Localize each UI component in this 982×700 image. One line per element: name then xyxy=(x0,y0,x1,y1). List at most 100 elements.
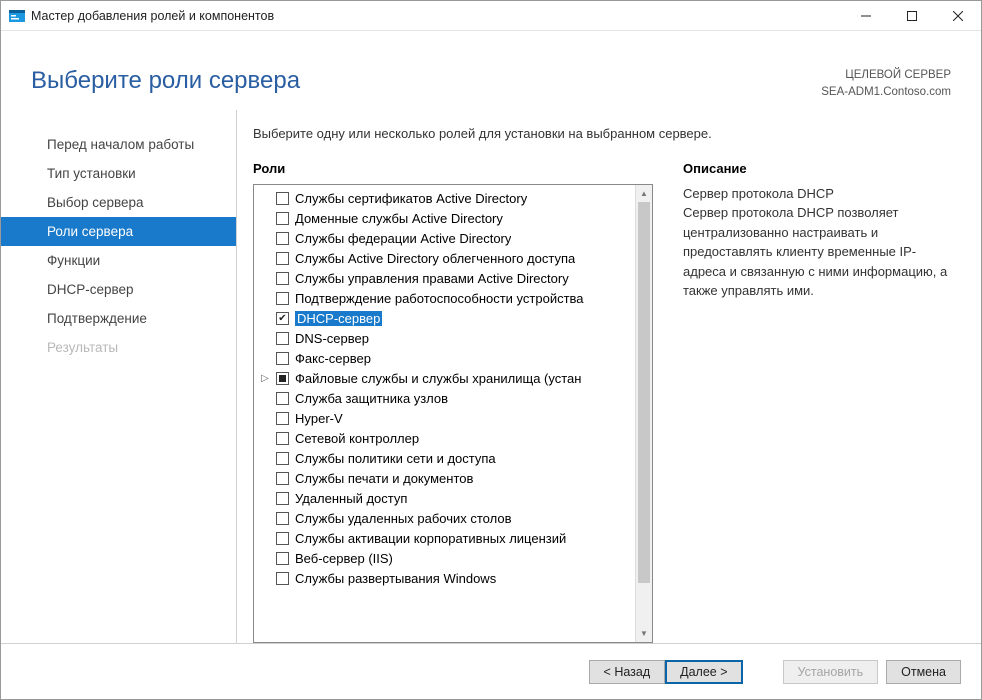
target-server-value: SEA-ADM1.Contoso.com xyxy=(821,84,951,101)
description-panel: Описание Сервер протокола DHCPСервер про… xyxy=(683,161,953,644)
cancel-button[interactable]: Отмена xyxy=(886,660,961,684)
role-label: Службы сертификатов Active Directory xyxy=(295,191,527,206)
content-intro: Выберите одну или несколько ролей для ус… xyxy=(253,126,953,141)
role-checkbox[interactable] xyxy=(276,452,289,465)
wizard-step[interactable]: Функции xyxy=(1,246,236,275)
role-checkbox[interactable] xyxy=(276,492,289,505)
wizard-step[interactable]: Роли сервера xyxy=(1,217,236,246)
expand-icon[interactable]: ▷ xyxy=(258,373,272,384)
role-item[interactable]: DNS-сервер xyxy=(254,329,635,349)
role-label: Службы федерации Active Directory xyxy=(295,231,511,246)
target-server-info: ЦЕЛЕВОЙ СЕРВЕР SEA-ADM1.Contoso.com xyxy=(821,67,951,102)
role-item[interactable]: ▷ Файловые службы и службы хранилища (уст… xyxy=(254,369,635,389)
wizard-step[interactable]: Перед началом работы xyxy=(1,130,236,159)
role-label: Подтверждение работоспособности устройст… xyxy=(295,291,584,306)
page-header: Выберите роли сервера ЦЕЛЕВОЙ СЕРВЕР SEA… xyxy=(1,31,981,110)
install-button[interactable]: Установить xyxy=(783,660,879,684)
role-checkbox[interactable] xyxy=(276,252,289,265)
role-label: Службы активации корпоративных лицензий xyxy=(295,531,566,546)
role-label: Файловые службы и службы хранилища (уста… xyxy=(295,371,581,386)
body: Перед началом работыТип установкиВыбор с… xyxy=(1,110,981,644)
role-label: Служба защитника узлов xyxy=(295,391,448,406)
role-checkbox[interactable] xyxy=(276,412,289,425)
scroll-thumb[interactable] xyxy=(638,202,650,583)
role-checkbox[interactable] xyxy=(276,512,289,525)
next-button[interactable]: Далее > xyxy=(665,660,742,684)
roles-listbox[interactable]: Службы сертификатов Active Directory Доме… xyxy=(253,184,653,644)
role-item[interactable]: Службы управления правами Active Directo… xyxy=(254,269,635,289)
scroll-up-button[interactable]: ▲ xyxy=(636,185,652,202)
role-checkbox[interactable] xyxy=(276,352,289,365)
role-label: Службы печати и документов xyxy=(295,471,473,486)
role-label: Доменные службы Active Directory xyxy=(295,211,503,226)
role-item[interactable]: Удаленный доступ xyxy=(254,489,635,509)
content-area: Выберите одну или несколько ролей для ус… xyxy=(236,110,981,644)
window-title: Мастер добавления ролей и компонентов xyxy=(31,9,274,23)
role-item[interactable]: Доменные службы Active Directory xyxy=(254,209,635,229)
role-checkbox[interactable] xyxy=(276,392,289,405)
wizard-step[interactable]: Подтверждение xyxy=(1,304,236,333)
role-checkbox[interactable] xyxy=(276,292,289,305)
roles-panel: Роли Службы сертификатов Active Director… xyxy=(253,161,653,644)
role-label: Hyper-V xyxy=(295,411,343,426)
roles-list: Службы сертификатов Active Directory Доме… xyxy=(254,185,635,643)
wizard-step[interactable]: Выбор сервера xyxy=(1,188,236,217)
window-controls xyxy=(843,1,981,31)
role-checkbox[interactable] xyxy=(276,232,289,245)
role-item[interactable]: Службы развертывания Windows xyxy=(254,569,635,589)
role-item[interactable]: DHCP-сервер xyxy=(254,309,635,329)
role-item[interactable]: Службы Active Directory облегченного дос… xyxy=(254,249,635,269)
nav-button-group: < Назад Далее > xyxy=(589,660,743,684)
role-item[interactable]: Службы удаленных рабочих столов xyxy=(254,509,635,529)
role-checkbox[interactable] xyxy=(276,192,289,205)
maximize-button[interactable] xyxy=(889,1,935,31)
role-checkbox[interactable] xyxy=(276,372,289,385)
role-label: DNS-сервер xyxy=(295,331,369,346)
role-item[interactable]: Службы печати и документов xyxy=(254,469,635,489)
wizard-sidebar: Перед началом работыТип установкиВыбор с… xyxy=(1,110,236,644)
role-item[interactable]: Веб-сервер (IIS) xyxy=(254,549,635,569)
back-button[interactable]: < Назад xyxy=(589,660,666,684)
roles-scrollbar[interactable]: ▲ ▼ xyxy=(635,185,652,643)
role-item[interactable]: Hyper-V xyxy=(254,409,635,429)
description-text: Сервер протокола DHCPСервер протокола DH… xyxy=(683,184,953,301)
wizard-step[interactable]: Тип установки xyxy=(1,159,236,188)
role-item[interactable]: Службы федерации Active Directory xyxy=(254,229,635,249)
target-server-label: ЦЕЛЕВОЙ СЕРВЕР xyxy=(821,67,951,84)
role-checkbox[interactable] xyxy=(276,572,289,585)
page-title: Выберите роли сервера xyxy=(31,67,300,95)
description-panel-title: Описание xyxy=(683,161,953,176)
wizard-step[interactable]: DHCP-сервер xyxy=(1,275,236,304)
role-item[interactable]: Службы политики сети и доступа xyxy=(254,449,635,469)
role-label: Факс-сервер xyxy=(295,351,371,366)
role-label: Сетевой контроллер xyxy=(295,431,419,446)
role-checkbox[interactable] xyxy=(276,552,289,565)
app-icon xyxy=(9,8,25,24)
role-checkbox[interactable] xyxy=(276,212,289,225)
role-checkbox[interactable] xyxy=(276,312,289,325)
role-checkbox[interactable] xyxy=(276,332,289,345)
scroll-down-button[interactable]: ▼ xyxy=(636,625,652,642)
role-item[interactable]: Службы активации корпоративных лицензий xyxy=(254,529,635,549)
wizard-step: Результаты xyxy=(1,333,236,362)
wizard-footer: < Назад Далее > Установить Отмена xyxy=(1,643,981,699)
role-label: Службы Active Directory облегченного дос… xyxy=(295,251,575,266)
role-label: Службы управления правами Active Directo… xyxy=(295,271,569,286)
role-item[interactable]: Подтверждение работоспособности устройст… xyxy=(254,289,635,309)
scroll-track[interactable] xyxy=(636,202,652,626)
role-checkbox[interactable] xyxy=(276,272,289,285)
role-label: Веб-сервер (IIS) xyxy=(295,551,393,566)
role-item[interactable]: Службы сертификатов Active Directory xyxy=(254,189,635,209)
role-checkbox[interactable] xyxy=(276,532,289,545)
close-button[interactable] xyxy=(935,1,981,31)
role-item[interactable]: Факс-сервер xyxy=(254,349,635,369)
role-label: Службы удаленных рабочих столов xyxy=(295,511,512,526)
role-checkbox[interactable] xyxy=(276,472,289,485)
role-checkbox[interactable] xyxy=(276,432,289,445)
role-label: DHCP-сервер xyxy=(295,311,382,326)
role-item[interactable]: Сетевой контроллер xyxy=(254,429,635,449)
panels: Роли Службы сертификатов Active Director… xyxy=(253,161,953,644)
role-label: Удаленный доступ xyxy=(295,491,407,506)
role-item[interactable]: Служба защитника узлов xyxy=(254,389,635,409)
minimize-button[interactable] xyxy=(843,1,889,31)
